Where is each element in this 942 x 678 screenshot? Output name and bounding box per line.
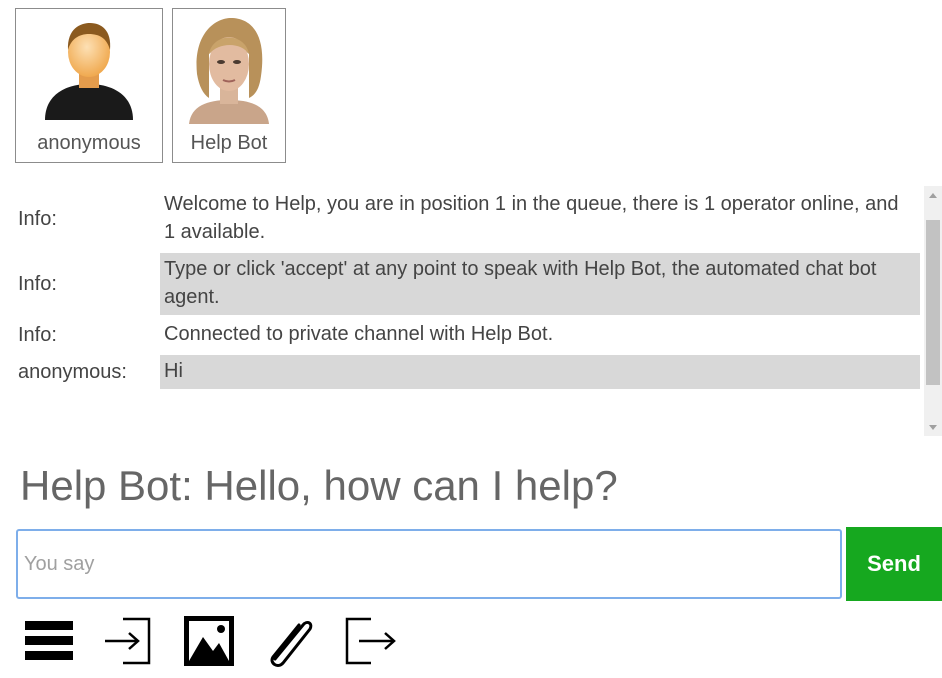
arrow-down-icon xyxy=(929,424,937,430)
menu-icon xyxy=(25,621,73,660)
log-sender: Info: xyxy=(18,208,57,230)
bot-avatar-portrait xyxy=(189,18,269,124)
chat-input[interactable] xyxy=(16,529,842,599)
exit-icon xyxy=(345,617,396,665)
scroll-thumb[interactable] xyxy=(926,220,940,385)
scroll-down-button[interactable] xyxy=(924,418,942,436)
send-button[interactable]: Send xyxy=(846,527,942,601)
participant-name: anonymous xyxy=(37,132,141,154)
scroll-up-button[interactable] xyxy=(924,186,942,204)
attachment-icon xyxy=(270,620,313,667)
image-icon xyxy=(184,616,234,666)
log-sender: Info: xyxy=(18,273,57,295)
log-row: Info: Type or click 'accept' at any poin… xyxy=(15,253,920,315)
log-row: Info: Connected to private channel with … xyxy=(15,318,920,352)
log-message: Connected to private channel with Help B… xyxy=(164,323,554,345)
exit-button[interactable] xyxy=(340,612,398,670)
image-button[interactable] xyxy=(180,612,238,670)
participant-anonymous[interactable]: anonymous xyxy=(15,8,163,163)
chat-log: Info: Welcome to Help, you are in positi… xyxy=(15,188,920,436)
log-message: Welcome to Help, you are in position 1 i… xyxy=(164,193,899,243)
sign-in-icon xyxy=(105,617,151,665)
sign-in-button[interactable] xyxy=(100,612,158,670)
menu-button[interactable] xyxy=(20,612,78,670)
bot-response: Help Bot: Hello, how can I help? xyxy=(20,462,618,509)
log-message: Type or click 'accept' at any point to s… xyxy=(160,253,920,315)
participant-name: Help Bot xyxy=(190,132,268,154)
log-row: Info: Welcome to Help, you are in positi… xyxy=(15,188,920,250)
arrow-up-icon xyxy=(929,192,937,198)
log-sender: Info: xyxy=(18,324,57,346)
participants: anonymous Help Bot xyxy=(15,8,286,163)
log-row: anonymous: Hi xyxy=(15,355,920,389)
attachment-button[interactable] xyxy=(260,612,318,670)
log-scrollbar[interactable] xyxy=(924,186,942,436)
log-sender: anonymous: xyxy=(18,361,127,383)
log-message: Hi xyxy=(160,355,920,389)
chat-toolbar xyxy=(20,612,398,670)
user-silhouette-icon xyxy=(45,23,133,120)
participant-help-bot[interactable]: Help Bot xyxy=(172,8,286,163)
